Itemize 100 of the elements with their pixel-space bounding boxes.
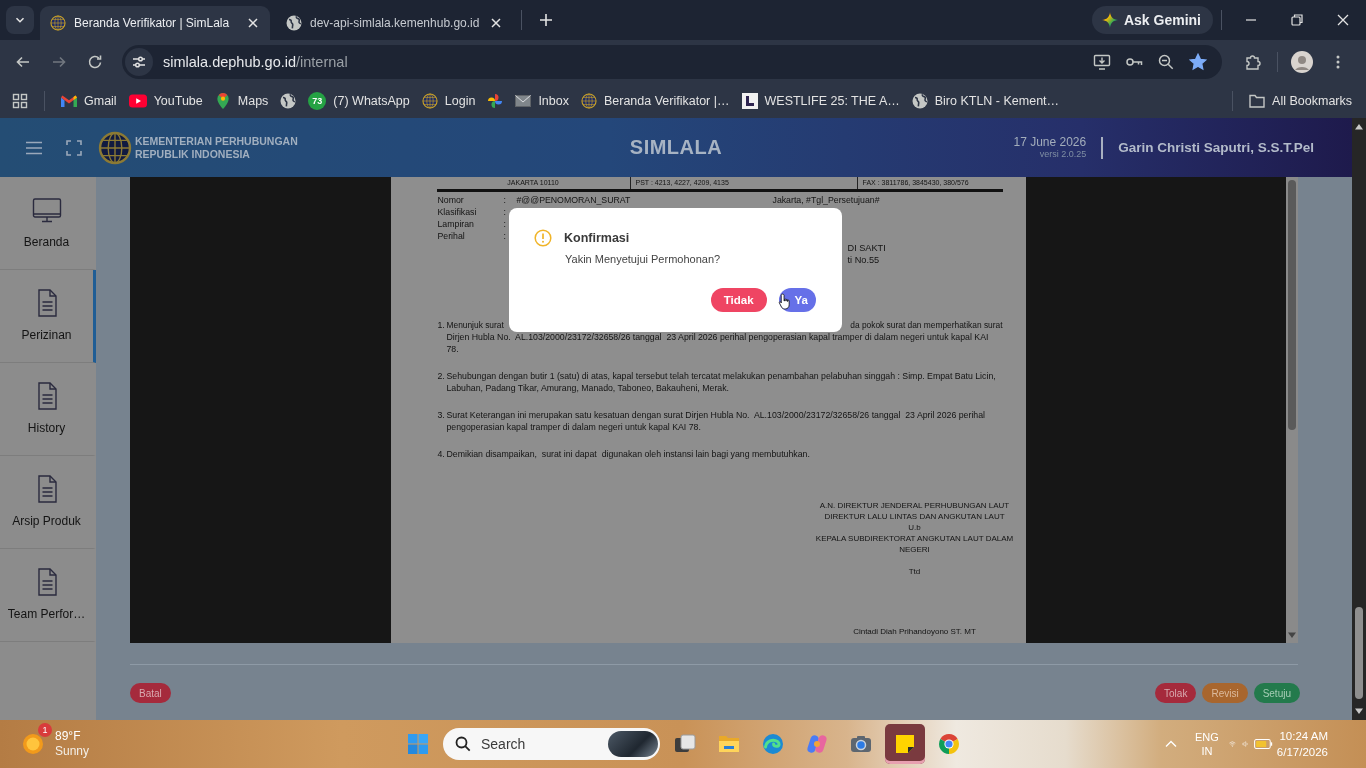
arrow-right-icon [51,54,67,70]
emblem-icon [98,130,132,165]
plus-icon [539,13,554,27]
sticky-note-icon [893,732,917,756]
down-arrow-icon [1288,631,1296,639]
count-badge: 73 [308,92,327,110]
swirl-icon [761,732,785,756]
dialog-title: Konfirmasi [564,231,630,245]
map-pin-icon [214,93,231,109]
field-colon: : [503,206,507,218]
search-icon [455,736,471,752]
signature-text: KEPALA SUBDIREKTORAT ANGKUTAN LAUT DALAM NEGERI [814,533,1015,555]
bookmark-item[interactable]: Beranda Verifikator |… [574,87,736,115]
warning-icon [534,229,552,247]
browser-tab[interactable]: Beranda Verifikator | SimLala [40,6,270,40]
paragraph-text: Surat Keterangan ini merupakan satu kesatuan dengan surat Dirjen Hubla No. AL.103/2000/23172/32658/26 tanggal 23 April 2026 perihal pengoperasian kapal tramper di dalam negeri untuk kapal KAI 78. [446,409,986,433]
field-colon: : [503,230,507,242]
sun-icon [20,731,46,757]
list-number: 2. [437,370,446,383]
site-info-button[interactable] [125,48,153,76]
signature-mark-text: Ttd [908,566,921,577]
field-value: #@@PENOMORAN_SURAT [516,194,632,206]
star-icon [1189,53,1207,71]
play-button-icon [128,92,147,110]
folder-icon [1249,93,1266,109]
place-date-text: Jakarta, #Tgl_Persetujuan# [772,194,881,206]
app-title: SIMLALA [629,136,723,159]
paragraph-text: Demikian disampaikan, surat ini dapat digunakan oleh instansi lain bagi yang membutuhkan. [446,448,811,460]
apps-grid-icon [12,93,28,109]
sliders-icon [131,54,147,70]
bookmark-item[interactable]: Login [415,87,482,115]
search-field[interactable]: Search [443,728,660,760]
puzzle-icon [1244,53,1262,71]
address-text: ti No.55 [847,255,880,265]
emblem-icon [50,15,66,31]
tab-list-button[interactable] [6,6,34,34]
field-label: Klasifikasi [437,206,478,218]
globe-icon [280,93,297,109]
square-logo-icon [741,93,758,109]
bookmark-item[interactable]: 73 (7) WhatsApp [302,87,416,115]
paragraph-text: Sehubungan dengan butir 1 (satu) di atas, kapal tersebut telah tercatat melakukan penambahan pelabuhan singgah : Simp. Empat Batu Licin, Labuhan, Padang Tikar, Amurang, Manado, Taboneo, Bakauheni, Merak. [446,370,997,394]
globe-icon [911,93,928,109]
emblem-icon [421,93,438,109]
bookmark-item[interactable]: Biro KTLN - Kement… [905,87,1066,115]
bookmark-item[interactable]: WESTLIFE 25: THE A… [735,87,906,115]
bookmark-item[interactable]: Inbox [509,87,575,115]
m-logo-icon [61,93,77,109]
address-bar[interactable]: simlala.dephub.go.id/internal [122,45,1222,79]
bookmark-item[interactable]: YouTube [122,87,209,115]
version-text: versi 2.0.25 [1039,149,1087,160]
signature-text: DIREKTUR LALU LINTAS DAN ANGKUTAN LAUT [824,511,1005,522]
scroll-thumb[interactable] [1288,180,1296,430]
signatory-name: Cintadi Diah Prihandoyono ST. MT [853,626,976,637]
paragraph-text: Dirjen Hubla No. AL.103/2000/23172/32658/26 tanggal 23 April 2026 perihal pengoperasian kapal tramper di dalam negeri untuk kapal KAI 78. [446,331,990,355]
url-text[interactable]: simlala.dephub.go.id/internal [163,54,348,70]
paragraph-text: da pokok surat dan memperhatikan surat [850,319,1003,331]
scroll-thumb[interactable] [1355,607,1363,699]
field-label: Lampiran [437,218,475,230]
temperature-text: 89°F [55,729,82,744]
taskbar-app-button[interactable] [885,724,925,764]
cancel-button[interactable]: Tidak [710,288,767,312]
monitor-download-icon [1093,53,1111,71]
action-button[interactable]: Tolak [1155,683,1197,703]
envelope-icon [515,93,532,109]
four-panes-icon [406,732,430,756]
viewer-scrollbar[interactable] [1286,177,1298,643]
field-label: Perihal [437,230,466,242]
search-highlight-picture[interactable] [608,731,658,757]
restore-icon [1290,13,1304,27]
org-name-text: KEMENTERIAN PERHUBUNGAN [135,134,298,148]
all-bookmarks-button[interactable]: All Bookmarks [1243,87,1358,115]
paragraph-text: Menunjuk surat [446,319,504,331]
reload-icon [87,54,103,70]
list-number: 1. [437,319,446,332]
browser-tab[interactable]: dev-api-simlala.kemenhub.go.id [276,6,514,40]
field-colon: : [503,218,507,230]
address-text: DI SAKTI [847,243,886,253]
signature-text: A.N. DIREKTUR JENDERAL PERHUBUNGAN LAUT [819,500,1010,511]
dialog-message: Yakin Menyetujui Permohonan? [565,252,722,267]
battery-icon [1254,738,1273,750]
zoom-out-icon [1158,54,1174,70]
ribbon-icon [805,732,829,756]
up-arrow-icon [1355,123,1363,131]
close-icon [248,18,258,28]
emblem-icon [580,93,597,109]
weather-text: Sunny [55,744,90,759]
bookmark-item[interactable]: Maps [208,87,275,115]
close-icon [491,18,502,28]
user-name: Garin Christi Saputri, S.S.T.Pel [1118,140,1314,155]
field-colon: : [503,194,507,206]
signature-text: U.b [908,522,921,533]
hand-cursor-icon [778,292,791,311]
field-label: Nomor [437,194,465,206]
bookmark-item[interactable]: Gmail [55,87,123,115]
action-button[interactable]: Batal [130,683,171,703]
list-number: 4. [437,448,446,460]
gemini-button[interactable]: Ask Gemini [1091,6,1213,34]
close-icon [1336,13,1350,27]
page-scrollbar[interactable] [1352,118,1366,720]
date-text: 17 June 2026 [1013,135,1087,149]
